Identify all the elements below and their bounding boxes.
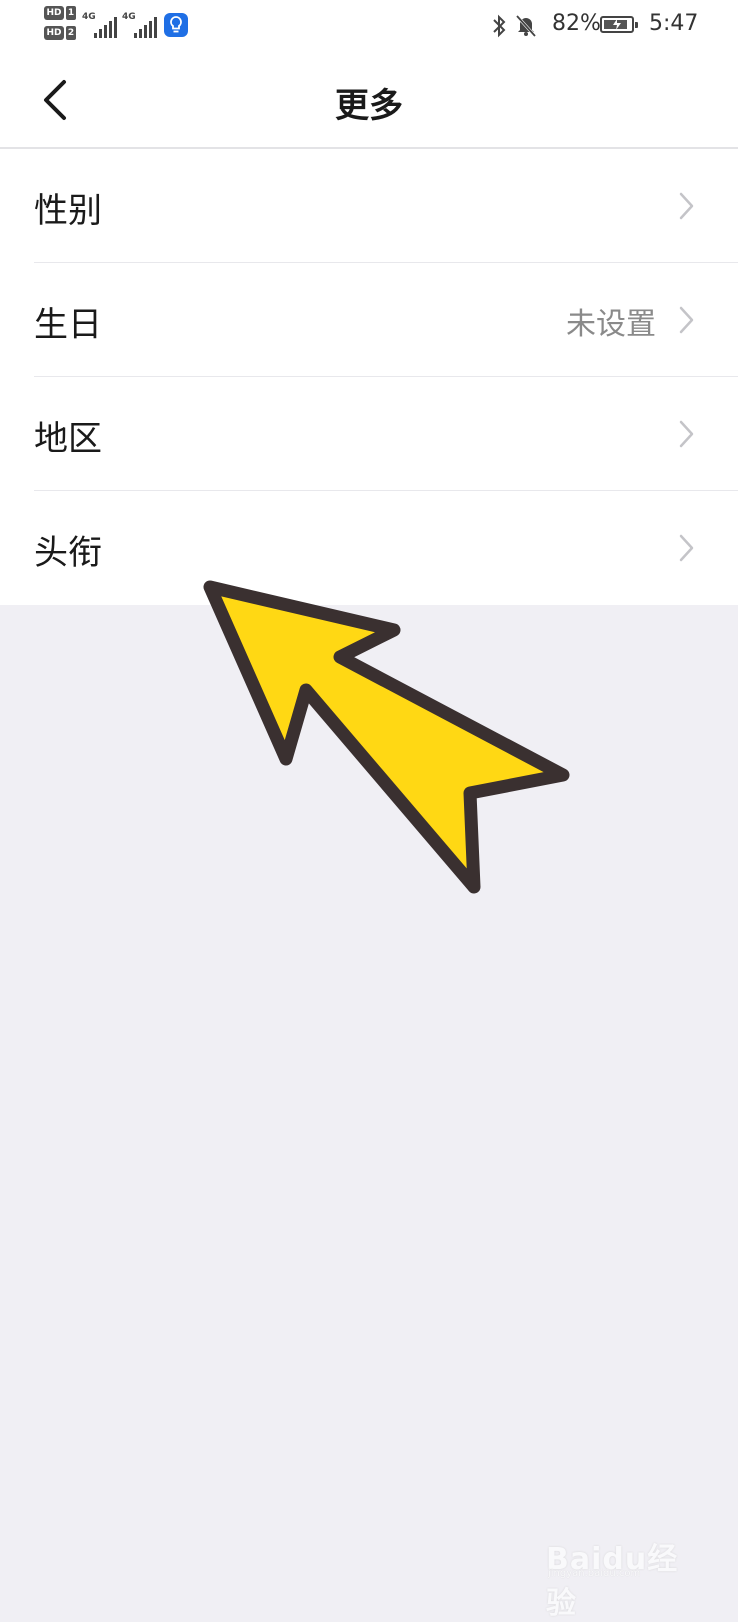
row-label: 生日	[34, 305, 102, 345]
sim2-hd-label: HD	[44, 26, 64, 40]
row-value: 未设置	[566, 307, 656, 342]
sim1-hd-label: HD	[44, 6, 64, 20]
battery-percentage: 82%	[552, 11, 601, 36]
row-label: 头衔	[34, 533, 102, 573]
settings-row-birthday[interactable]: 生日 未设置	[0, 263, 738, 377]
signal-strength-2-icon: 4G	[122, 10, 166, 38]
watermark-subtext: jingyan.baidu.com	[548, 1568, 641, 1579]
settings-row-region[interactable]: 地区	[0, 377, 738, 491]
top-nav-bar: 更多	[0, 52, 738, 149]
bluetooth-icon	[493, 14, 506, 38]
battery-charging-icon	[600, 16, 638, 33]
row-label: 性别	[34, 191, 102, 231]
row-label: 地区	[34, 419, 102, 459]
page-title: 更多	[335, 86, 403, 126]
settings-list: 性别 生日 未设置 地区 头衔	[0, 149, 738, 605]
sim2-badge: HD 2	[44, 26, 78, 40]
chevron-right-icon	[679, 306, 694, 334]
signal-strength-1-icon: 4G	[82, 10, 126, 38]
status-time: 5:47	[649, 11, 699, 36]
sim1-badge: HD 1	[44, 6, 78, 20]
sim-indicators: HD 1 HD 2	[44, 6, 78, 46]
chevron-right-icon	[679, 192, 694, 220]
settings-row-gender[interactable]: 性别	[0, 149, 738, 263]
lightbulb-icon	[164, 13, 188, 37]
settings-row-title[interactable]: 头衔	[0, 491, 738, 605]
status-bar: HD 1 HD 2 4G 4G 82% 5:47	[0, 0, 738, 52]
sim1-number: 1	[66, 6, 76, 20]
sim2-number: 2	[66, 26, 76, 40]
mute-bell-icon	[515, 14, 537, 38]
baidu-watermark: Baidu经验 jingyan.baidu.com	[538, 1522, 698, 1621]
chevron-right-icon	[679, 534, 694, 562]
chevron-right-icon	[679, 420, 694, 448]
